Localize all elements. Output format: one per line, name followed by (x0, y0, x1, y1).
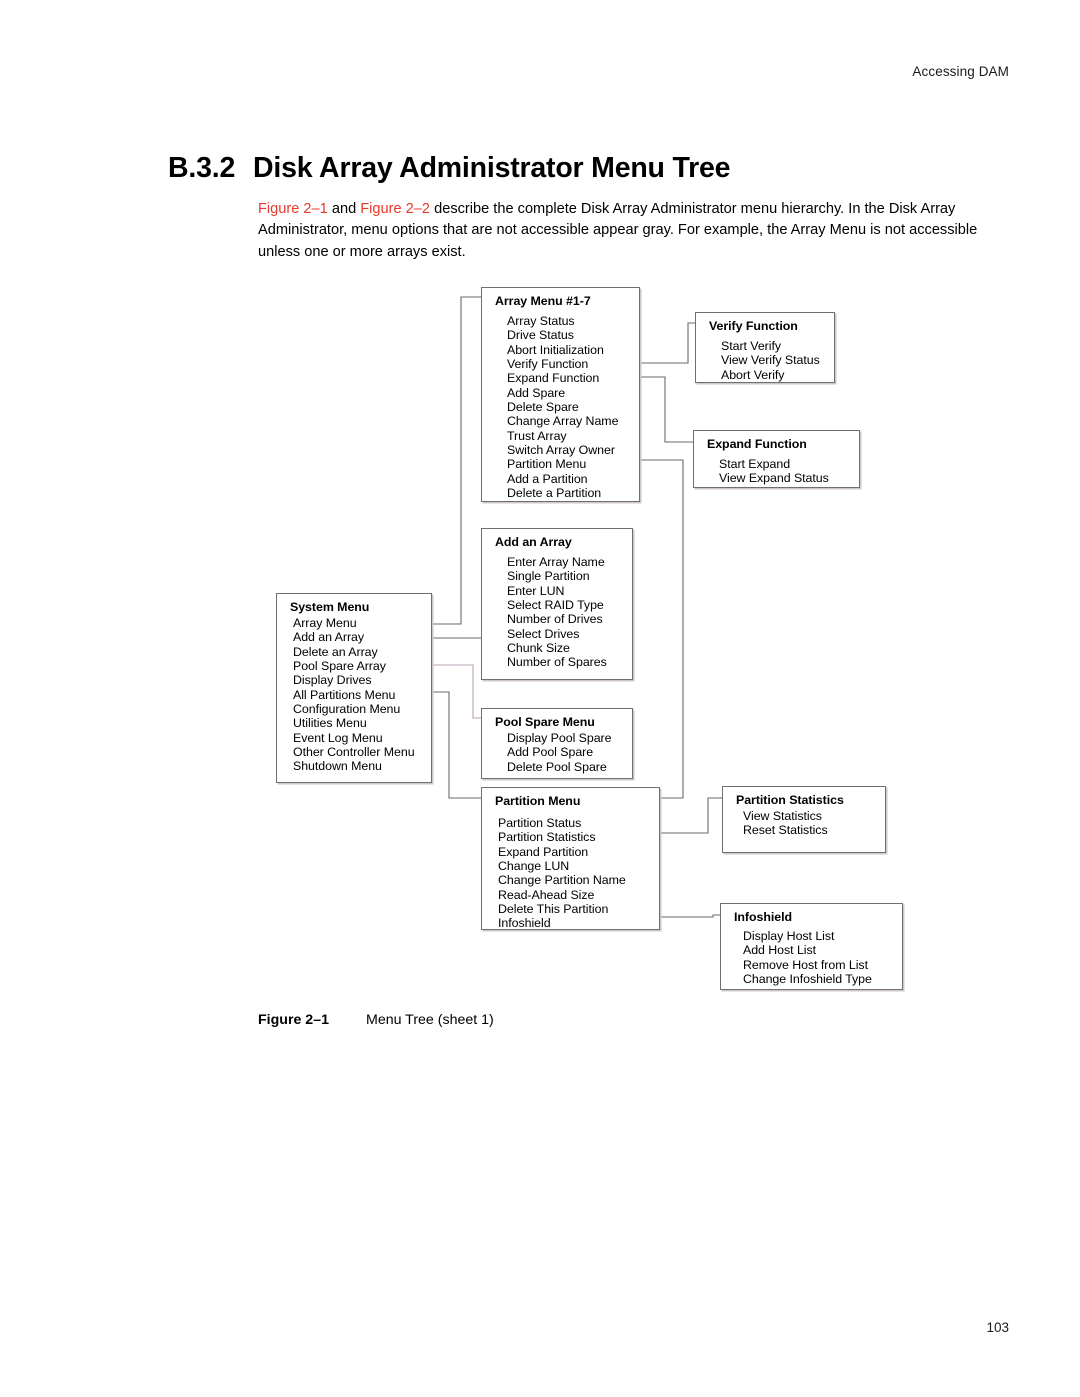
node-title: Add an Array (495, 535, 572, 549)
menu-item[interactable]: Start Expand (719, 457, 829, 471)
menu-item[interactable]: Configuration Menu (293, 702, 415, 716)
menu-item[interactable]: Expand Partition (498, 845, 626, 859)
menu-item[interactable]: Add Pool Spare (507, 745, 611, 759)
menu-item[interactable]: Select RAID Type (507, 598, 607, 612)
connector-lines (432, 296, 722, 918)
menu-item[interactable]: Number of Drives (507, 612, 607, 626)
menu-item[interactable]: Abort Verify (721, 368, 820, 382)
menu-item[interactable]: Delete This Partition (498, 902, 626, 916)
menu-item[interactable]: Utilities Menu (293, 716, 415, 730)
node-expand-function[interactable]: Expand Function Start Expand View Expand… (693, 430, 860, 488)
menu-item[interactable]: Enter Array Name (507, 555, 607, 569)
figure-caption: Figure 2–1 Menu Tree (sheet 1) (258, 1012, 494, 1028)
menu-item[interactable]: Select Drives (507, 627, 607, 641)
node-title: Verify Function (709, 319, 798, 333)
menu-item[interactable]: Display Drives (293, 673, 415, 687)
menu-item[interactable]: Delete Spare (507, 400, 618, 414)
menu-item[interactable]: Reset Statistics (743, 823, 828, 837)
menu-item[interactable]: Delete a Partition (507, 486, 618, 500)
menu-item[interactable]: Change Array Name (507, 414, 618, 428)
node-title: System Menu (290, 600, 370, 614)
node-title: Infoshield (734, 910, 793, 924)
menu-item[interactable]: Display Host List (743, 929, 872, 943)
menu-item[interactable]: Add Host List (743, 943, 872, 957)
menu-item[interactable]: Array Menu (293, 616, 415, 630)
figure-caption-text: Menu Tree (sheet 1) (366, 1012, 494, 1028)
menu-item[interactable]: Change LUN (498, 859, 626, 873)
menu-item[interactable]: Add an Array (293, 630, 415, 644)
menu-item[interactable]: Trust Array (507, 429, 618, 443)
node-infoshield[interactable]: Infoshield Display Host List Add Host Li… (720, 903, 903, 990)
node-items: Start Verify View Verify Status Abort Ve… (721, 339, 820, 382)
menu-item[interactable]: Remove Host from List (743, 958, 872, 972)
document-page: Accessing DAM B.3.2 Disk Array Administra… (0, 0, 1080, 1397)
node-add-an-array[interactable]: Add an Array Enter Array Name Single Par… (481, 528, 633, 680)
menu-item[interactable]: View Expand Status (719, 471, 829, 485)
menu-item[interactable]: Read-Ahead Size (498, 888, 626, 902)
menu-item[interactable]: Array Status (507, 314, 618, 328)
node-title: Pool Spare Menu (495, 715, 595, 729)
node-items: Array Status Drive Status Abort Initiali… (507, 314, 618, 500)
menu-item[interactable]: Enter LUN (507, 584, 607, 598)
node-items: View Statistics Reset Statistics (743, 809, 828, 838)
menu-item[interactable]: Infoshield (498, 916, 626, 930)
menu-item[interactable]: Switch Array Owner (507, 443, 618, 457)
menu-item[interactable]: Partition Status (498, 816, 626, 830)
node-verify-function[interactable]: Verify Function Start Verify View Verify… (695, 312, 835, 383)
node-items: Enter Array Name Single Partition Enter … (507, 555, 607, 670)
menu-item[interactable]: Abort Initialization (507, 343, 618, 357)
node-items: Start Expand View Expand Status (719, 457, 829, 486)
menu-item[interactable]: Other Controller Menu (293, 745, 415, 759)
node-system-menu[interactable]: System Menu Array Menu Add an Array Dele… (276, 593, 432, 783)
node-title: Partition Menu (495, 794, 581, 808)
menu-tree-diagram: Array Menu #1-7 Array Status Drive Statu… (0, 0, 1080, 1397)
node-title: Expand Function (707, 437, 807, 451)
menu-item[interactable]: Chunk Size (507, 641, 607, 655)
node-items: Array Menu Add an Array Delete an Array … (293, 616, 415, 774)
page-number: 103 (986, 1320, 1009, 1335)
menu-item[interactable]: Single Partition (507, 569, 607, 583)
menu-item[interactable]: Add Spare (507, 386, 618, 400)
node-items: Display Host List Add Host List Remove H… (743, 929, 872, 986)
menu-item[interactable]: All Partitions Menu (293, 688, 415, 702)
menu-item[interactable]: Start Verify (721, 339, 820, 353)
menu-item[interactable]: Partition Menu (507, 457, 618, 471)
menu-item[interactable]: View Statistics (743, 809, 828, 823)
node-items: Partition Status Partition Statistics Ex… (498, 816, 626, 931)
menu-item[interactable]: Delete an Array (293, 645, 415, 659)
menu-item[interactable]: Shutdown Menu (293, 759, 415, 773)
menu-item[interactable]: Pool Spare Array (293, 659, 415, 673)
figure-label: Figure 2–1 (258, 1012, 329, 1028)
menu-item[interactable]: View Verify Status (721, 353, 820, 367)
menu-item[interactable]: Delete Pool Spare (507, 760, 611, 774)
menu-item[interactable]: Display Pool Spare (507, 731, 612, 745)
node-partition-menu[interactable]: Partition Menu Partition Status Partitio… (481, 787, 660, 930)
menu-item[interactable]: Partition Statistics (498, 830, 626, 844)
menu-item[interactable]: Expand Function (507, 371, 618, 385)
node-array-menu[interactable]: Array Menu #1-7 Array Status Drive Statu… (481, 287, 640, 502)
menu-item[interactable]: Number of Spares (507, 655, 607, 669)
menu-item[interactable]: Add a Partition (507, 472, 618, 486)
menu-item[interactable]: Event Log Menu (293, 731, 415, 745)
menu-item[interactable]: Change Partition Name (498, 873, 626, 887)
node-items: Display Pool Spare Add Pool Spare Delete… (507, 731, 612, 774)
menu-item[interactable]: Drive Status (507, 328, 618, 342)
node-partition-statistics[interactable]: Partition Statistics View Statistics Res… (722, 786, 886, 853)
menu-item[interactable]: Change Infoshield Type (743, 972, 872, 986)
node-title: Array Menu #1-7 (495, 294, 591, 308)
menu-item[interactable]: Verify Function (507, 357, 618, 371)
node-pool-spare-menu[interactable]: Pool Spare Menu Display Pool Spare Add P… (481, 708, 633, 779)
node-title: Partition Statistics (736, 793, 844, 807)
